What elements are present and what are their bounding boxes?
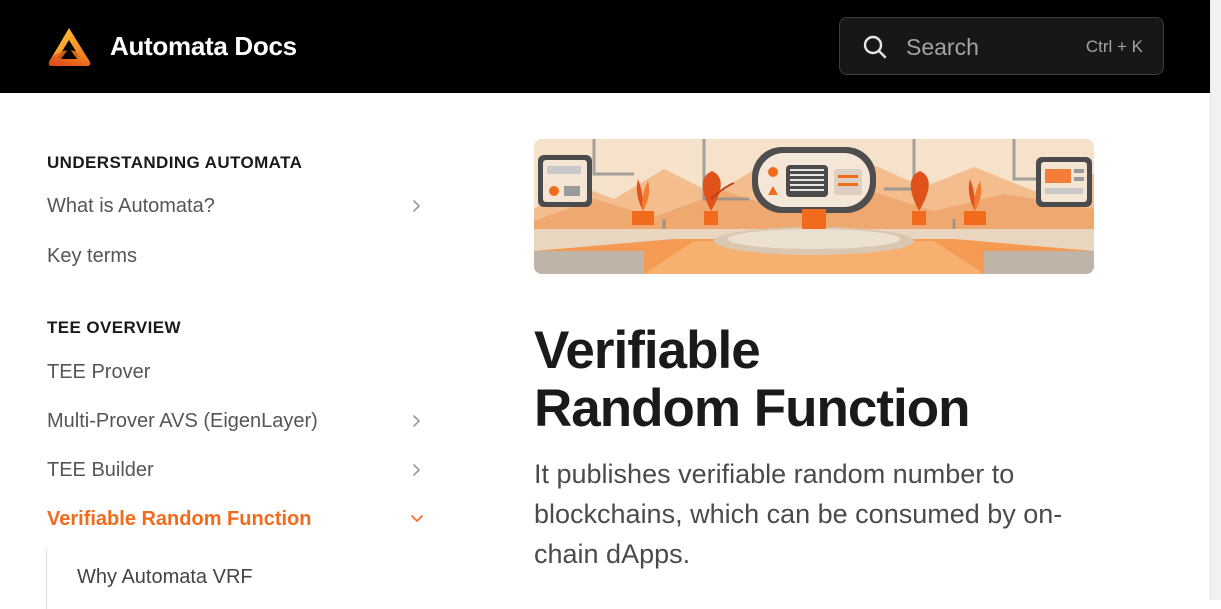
search-placeholder: Search [906, 34, 979, 60]
subnav-indent-line [46, 549, 47, 609]
hero-illustration-art [534, 139, 1094, 274]
sidebar-item-what-is-automata[interactable]: What is Automata? [47, 189, 432, 223]
chevron-right-icon[interactable] [410, 414, 424, 428]
page-title: Verifiable Random Function [534, 322, 1094, 438]
page-title-line-2: Random Function [534, 379, 970, 438]
sidebar-item-label: Verifiable Random Function [47, 508, 312, 530]
sidebar-item-key-terms[interactable]: Key terms [47, 239, 432, 273]
search-icon [863, 35, 887, 59]
automata-logo-icon[interactable] [47, 26, 92, 68]
sidebar-item-label: TEE Builder [47, 459, 154, 481]
sidebar-item-multi-prover-avs[interactable]: Multi-Prover AVS (EigenLayer) [47, 404, 432, 438]
sidebar-subitem-why-automata-vrf[interactable]: Why Automata VRF [77, 563, 253, 591]
chevron-right-icon[interactable] [410, 199, 424, 213]
search-shortcut: Ctrl + K [1085, 37, 1143, 56]
search-button[interactable]: Search Ctrl + K [839, 17, 1164, 75]
page-lead-paragraph: It publishes verifiable random number to… [534, 459, 1063, 569]
page-scrollbar[interactable] [1210, 0, 1221, 600]
sidebar-section-understanding-automata: UNDERSTANDING AUTOMATA [47, 153, 303, 172]
page-title-line-1: Verifiable [534, 321, 761, 380]
sidebar-item-tee-builder[interactable]: TEE Builder [47, 453, 432, 487]
sidebar-item-label: Key terms [47, 245, 138, 267]
sidebar-item-label: TEE Prover [47, 361, 151, 383]
sidebar-item-label: What is Automata? [47, 195, 215, 217]
site-brand[interactable]: Automata Docs [110, 28, 297, 64]
sidebar-item-verifiable-random-function[interactable]: Verifiable Random Function [47, 502, 432, 536]
chevron-down-icon[interactable] [410, 512, 424, 526]
chevron-right-icon[interactable] [410, 463, 424, 477]
sidebar-section-tee-overview: TEE OVERVIEW [47, 318, 181, 337]
hero-illustration [534, 139, 1094, 274]
sidebar-item-tee-prover[interactable]: TEE Prover [47, 355, 432, 389]
sidebar-item-label: Multi-Prover AVS (EigenLayer) [47, 410, 318, 432]
top-navbar: Automata Docs Search Ctrl + K [0, 0, 1210, 93]
sidebar: UNDERSTANDING AUTOMATA What is Automata?… [0, 93, 460, 609]
